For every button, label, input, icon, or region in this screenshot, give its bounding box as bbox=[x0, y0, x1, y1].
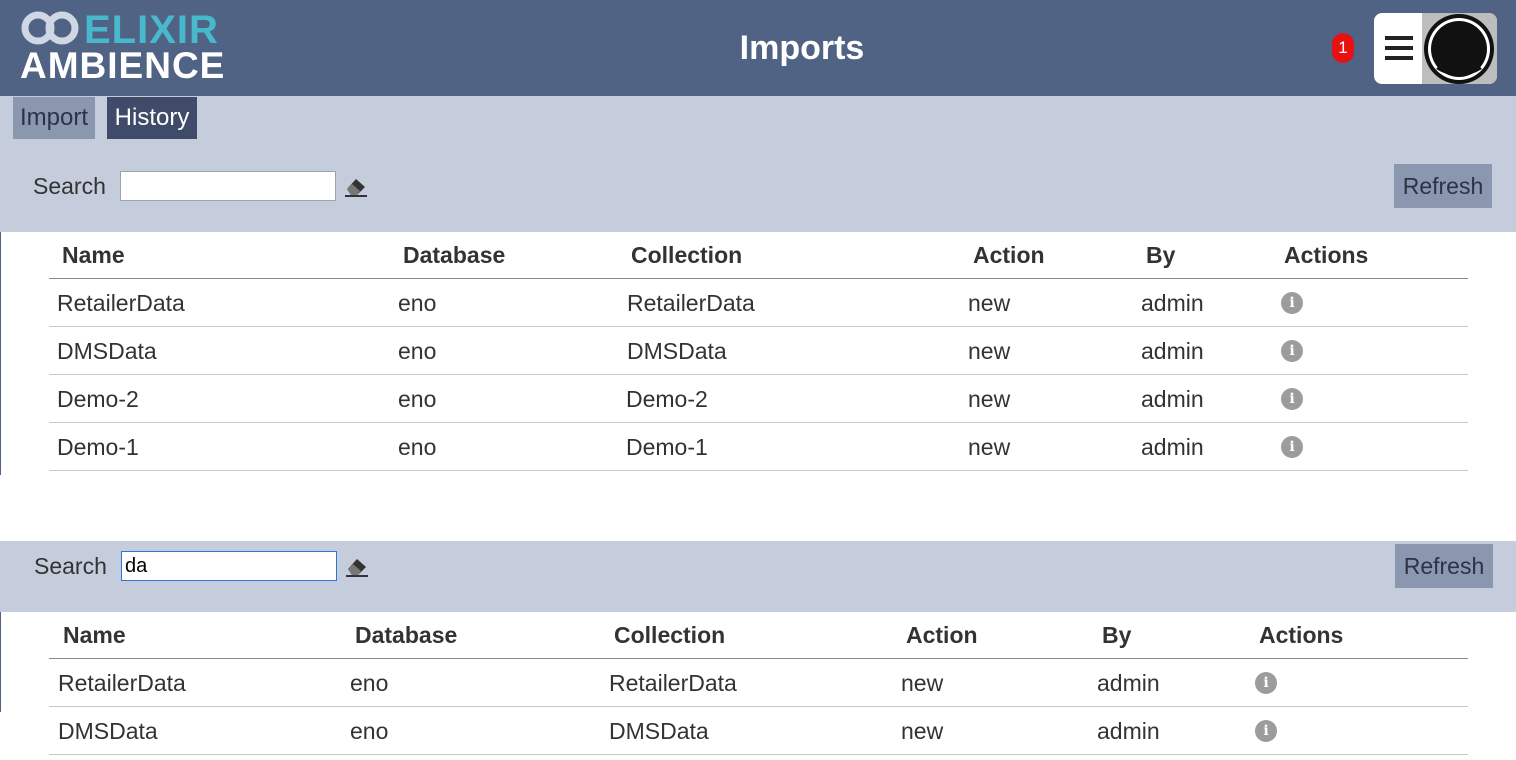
panel-border bbox=[0, 612, 1, 712]
table-header: Name Database Collection Action By Actio… bbox=[49, 232, 1468, 279]
table-row: DMSData eno DMSData new admin i bbox=[49, 707, 1468, 755]
cell-collection: RetailerData bbox=[627, 290, 755, 316]
user-avatar-icon[interactable] bbox=[1422, 13, 1497, 84]
cell-name: RetailerData bbox=[58, 670, 186, 696]
clear-search-icon[interactable] bbox=[343, 174, 369, 198]
info-icon[interactable]: i bbox=[1255, 720, 1277, 742]
cell-by: admin bbox=[1141, 386, 1204, 412]
column-header-collection[interactable]: Collection bbox=[631, 232, 742, 278]
filtered-history-table: Name Database Collection Action By Actio… bbox=[49, 612, 1468, 755]
refresh-button[interactable]: Refresh bbox=[1394, 164, 1492, 208]
cell-name: DMSData bbox=[58, 718, 158, 744]
search-input[interactable] bbox=[120, 171, 336, 201]
cell-name: Demo-1 bbox=[57, 434, 139, 460]
column-header-actions: Actions bbox=[1259, 622, 1344, 648]
column-header-collection[interactable]: Collection bbox=[614, 612, 725, 658]
column-header-by[interactable]: By bbox=[1146, 232, 1175, 278]
cell-database: eno bbox=[398, 338, 437, 364]
column-header-database[interactable]: Database bbox=[355, 612, 457, 658]
cell-by: admin bbox=[1141, 434, 1204, 460]
table-row: DMSData eno DMSData new admin i bbox=[49, 327, 1468, 375]
cell-action: new bbox=[968, 386, 1011, 412]
tab-history[interactable]: History bbox=[107, 97, 197, 139]
hamburger-menu-icon[interactable] bbox=[1385, 36, 1413, 60]
cell-collection: Demo-2 bbox=[626, 386, 708, 412]
cell-collection: DMSData bbox=[609, 718, 709, 744]
search-label: Search bbox=[34, 553, 107, 579]
search-input[interactable] bbox=[121, 551, 337, 581]
tab-import[interactable]: Import bbox=[13, 97, 95, 139]
cell-by: admin bbox=[1097, 718, 1160, 744]
cell-action: new bbox=[968, 338, 1011, 364]
cell-name: RetailerData bbox=[57, 290, 185, 316]
filtered-toolbar-panel: Search Refresh bbox=[0, 541, 1516, 612]
info-icon[interactable]: i bbox=[1281, 436, 1303, 458]
column-header-by[interactable]: By bbox=[1102, 612, 1131, 658]
refresh-button[interactable]: Refresh bbox=[1395, 544, 1493, 588]
cell-by: admin bbox=[1097, 670, 1160, 696]
cell-by: admin bbox=[1141, 290, 1204, 316]
page-title: Imports bbox=[739, 29, 865, 67]
table-header: Name Database Collection Action By Actio… bbox=[49, 612, 1468, 659]
search-label: Search bbox=[33, 173, 106, 199]
info-icon[interactable]: i bbox=[1281, 340, 1303, 362]
user-menu bbox=[1374, 13, 1497, 84]
clear-search-icon[interactable] bbox=[344, 554, 370, 578]
table-row: Demo-1 eno Demo-1 new admin i bbox=[49, 423, 1468, 471]
cell-database: eno bbox=[398, 434, 437, 460]
history-table: Name Database Collection Action By Actio… bbox=[49, 232, 1468, 471]
table-row: Demo-2 eno Demo-2 new admin i bbox=[49, 375, 1468, 423]
table-row: RetailerData eno RetailerData new admin … bbox=[49, 279, 1468, 327]
cell-database: eno bbox=[350, 718, 389, 744]
cell-database: eno bbox=[350, 670, 389, 696]
cell-name: Demo-2 bbox=[57, 386, 139, 412]
cell-database: eno bbox=[398, 386, 437, 412]
table-row: RetailerData eno RetailerData new admin … bbox=[49, 659, 1468, 707]
column-header-name[interactable]: Name bbox=[63, 612, 126, 658]
column-header-actions: Actions bbox=[1284, 242, 1369, 268]
cell-name: DMSData bbox=[57, 338, 157, 364]
toolbar-panel: Import History Search Refresh bbox=[0, 96, 1516, 232]
info-icon[interactable]: i bbox=[1255, 672, 1277, 694]
cell-collection: DMSData bbox=[627, 338, 727, 364]
info-icon[interactable]: i bbox=[1281, 292, 1303, 314]
column-header-database[interactable]: Database bbox=[403, 232, 505, 278]
cell-database: eno bbox=[398, 290, 437, 316]
column-header-name[interactable]: Name bbox=[62, 232, 125, 278]
cell-action: new bbox=[968, 434, 1011, 460]
app-header: ELIXIR AMBIENCE Imports 1 bbox=[0, 0, 1516, 96]
info-icon[interactable]: i bbox=[1281, 388, 1303, 410]
cell-action: new bbox=[968, 290, 1011, 316]
panel-border bbox=[0, 232, 1, 475]
cell-action: new bbox=[901, 670, 944, 696]
column-header-action[interactable]: Action bbox=[973, 232, 1045, 278]
cell-collection: Demo-1 bbox=[626, 434, 708, 460]
cell-by: admin bbox=[1141, 338, 1204, 364]
notification-badge[interactable]: 1 bbox=[1332, 33, 1354, 63]
cell-collection: RetailerData bbox=[609, 670, 737, 696]
column-header-action[interactable]: Action bbox=[906, 612, 978, 658]
cell-action: new bbox=[901, 718, 944, 744]
